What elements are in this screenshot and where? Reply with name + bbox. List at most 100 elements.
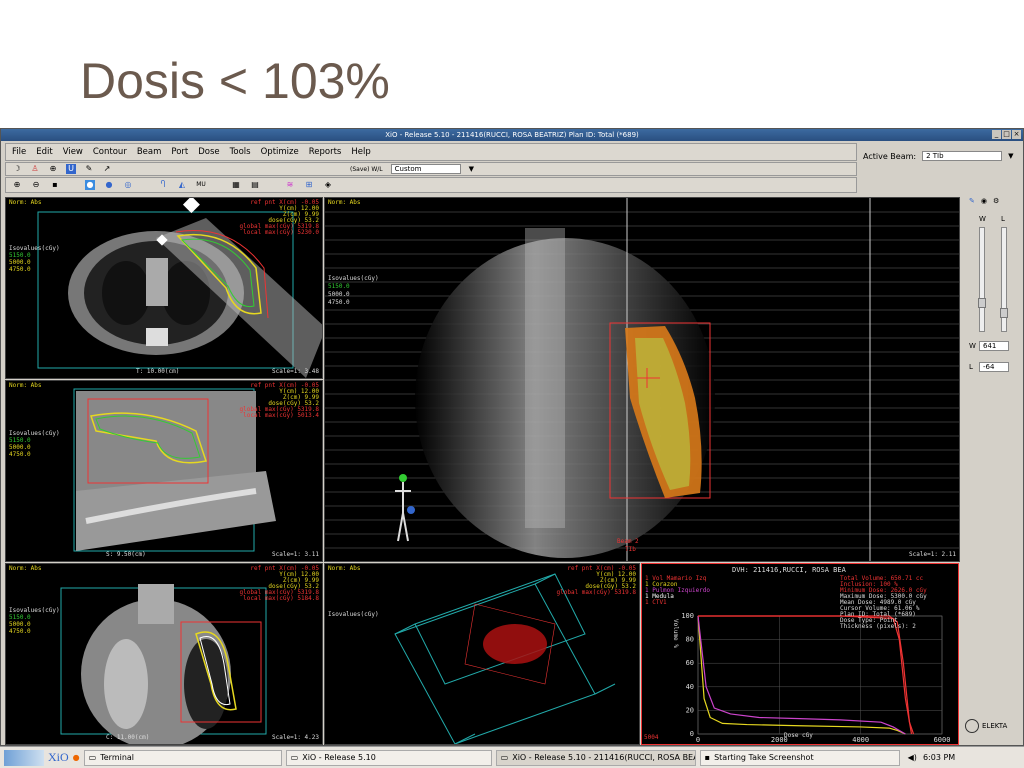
- globe-icon[interactable]: ●: [104, 180, 114, 190]
- window-icon: ▭: [500, 753, 509, 762]
- window-titlebar[interactable]: XiO - Release 5.10 - 211416(RUCCI, ROSA …: [1, 129, 1023, 141]
- local-max: local max(cGy) 5230.0: [243, 229, 319, 236]
- menu-edit[interactable]: Edit: [36, 147, 52, 157]
- taskbar-item-label: Starting Take Screenshot: [714, 753, 814, 762]
- save-icon[interactable]: ▪: [50, 180, 60, 190]
- xio-window: XiO - Release 5.10 - 211416(RUCCI, ROSA …: [0, 128, 1024, 746]
- iso-value: 4750.0: [9, 451, 31, 458]
- norm-label: Norm: Abs: [9, 382, 42, 389]
- chart-icon[interactable]: ▤: [250, 180, 260, 190]
- global-max: global max(cGy) 5319.8: [556, 589, 636, 596]
- tool-c-icon[interactable]: ⊞: [304, 180, 314, 190]
- window-title: XiO - Release 5.10 - 211416(RUCCI, ROSA …: [385, 131, 639, 139]
- taskbar-item-screenshot[interactable]: ▪ Starting Take Screenshot: [699, 749, 900, 766]
- dvh-xtick: 4000: [852, 736, 869, 744]
- target-icon[interactable]: ⊕: [48, 164, 58, 174]
- view-axial-icon[interactable]: ●: [85, 180, 95, 190]
- chevron-down-icon[interactable]: ▼: [469, 165, 474, 173]
- l-label: L: [1001, 215, 1005, 223]
- slice-position: S: 9.50(cm): [106, 551, 146, 558]
- menu-beam[interactable]: Beam: [137, 147, 162, 157]
- iso-value: 4750.0: [9, 628, 31, 635]
- menu-contour[interactable]: Contour: [93, 147, 127, 157]
- sagittal-view[interactable]: Norm: Abs Isovalues(cGy) 5150.0 5000.0 4…: [5, 380, 323, 562]
- mu-icon[interactable]: MU: [196, 180, 206, 190]
- maximize-icon[interactable]: □: [1002, 130, 1011, 139]
- taskbar-item-label: XiO - Release 5.10 - 211416(RUCCI, ROSA …: [512, 753, 694, 762]
- moon-icon[interactable]: ☽: [12, 164, 22, 174]
- menu-tools[interactable]: Tools: [230, 147, 251, 157]
- active-beam-label: Active Beam:: [863, 151, 917, 161]
- l-slider[interactable]: [1000, 227, 1008, 332]
- tool-a-icon[interactable]: Ⴄ: [158, 180, 168, 190]
- dvh-title: DVH: 211416,RUCCI, ROSA BEA: [732, 566, 846, 574]
- dvh-panel[interactable]: 0 20 40 60 80 100 0 2000 4000 6000 DVH: 211416,RU…: [641, 563, 959, 745]
- dvh-ylabel: Volume %: [672, 619, 679, 648]
- l-input[interactable]: -64: [979, 362, 1009, 372]
- dvh-ytick: 0: [690, 730, 694, 738]
- clock: 6:03 PM: [922, 753, 956, 762]
- terminal-icon: ▭: [88, 753, 97, 762]
- l-field-label: L: [969, 363, 973, 371]
- active-beam: Active Beam: 2 TIb ▼: [863, 151, 1013, 161]
- view-3d-icon[interactable]: ◎: [123, 180, 133, 190]
- menu-file[interactable]: File: [12, 147, 26, 157]
- dvh-series-line: [698, 615, 915, 735]
- zoom-in-icon[interactable]: ⊕: [12, 180, 22, 190]
- eye-icon[interactable]: ◉: [981, 197, 987, 205]
- window-icon: ▭: [290, 753, 299, 762]
- iso-value: 4750.0: [9, 266, 31, 273]
- dvh-xtick: 0: [696, 736, 700, 744]
- chevron-down-icon[interactable]: ▼: [1008, 152, 1013, 160]
- dvh-ytick: 100: [681, 612, 694, 620]
- wrench-icon[interactable]: ✎: [84, 164, 94, 174]
- local-max: local max(cGy) 5013.4: [243, 412, 319, 419]
- scale-label: Scale=1: 4.23: [272, 734, 319, 741]
- firefox-icon[interactable]: ●: [73, 753, 80, 762]
- preset-select[interactable]: Custom: [390, 164, 461, 174]
- dvh-plot-area: [697, 615, 943, 735]
- taskbar-item-terminal[interactable]: ▭ Terminal: [83, 749, 282, 766]
- settings-icon[interactable]: ⚙: [993, 197, 999, 205]
- window-level-controls: ✎ ◉ ⚙ W L W 641 L -64 ELEKTA: [961, 197, 1021, 747]
- volume-icon[interactable]: ◀): [908, 753, 917, 762]
- dvh-xtick: 6000: [934, 736, 951, 744]
- w-slider[interactable]: [978, 227, 986, 332]
- icon-row: ✎ ◉ ⚙: [969, 197, 1021, 205]
- coronal-view[interactable]: Norm: Abs Isovalues(cGy) 5150.0 5000.0 4…: [5, 563, 323, 745]
- tool-icon[interactable]: ✎: [969, 197, 975, 205]
- menu-optimize[interactable]: Optimize: [261, 147, 299, 157]
- view-3d[interactable]: Norm: Abs Isovalues(cGy) ref pnt X(cm) -…: [324, 563, 640, 745]
- iso-title: Isovalues(cGy): [328, 611, 379, 618]
- menu-port[interactable]: Port: [171, 147, 188, 157]
- menu-view[interactable]: View: [63, 147, 83, 157]
- shield-icon[interactable]: ◈: [323, 180, 333, 190]
- menu-help[interactable]: Help: [351, 147, 370, 157]
- pencil-icon[interactable]: ↗: [102, 164, 112, 174]
- zoom-out-icon[interactable]: ⊖: [31, 180, 41, 190]
- minimize-icon[interactable]: _: [992, 130, 1001, 139]
- taskbar-item-xio-plan[interactable]: ▭ XiO - Release 5.10 - 211416(RUCCI, ROSA…: [495, 749, 696, 766]
- dvh-ytick: 20: [686, 706, 694, 714]
- menu-reports[interactable]: Reports: [309, 147, 342, 157]
- xio-launcher[interactable]: XiO: [48, 750, 69, 765]
- dvh-icon[interactable]: ≋: [285, 180, 295, 190]
- desktop-switcher-icon[interactable]: [4, 749, 44, 766]
- tool-b-icon[interactable]: ◭: [177, 180, 187, 190]
- u-icon[interactable]: U: [66, 164, 76, 174]
- taskbar-item-xio[interactable]: ▭ XiO - Release 5.10: [285, 749, 492, 766]
- save-wl-button[interactable]: (Save) W/L: [350, 166, 383, 173]
- elekta-logo: ELEKTA: [965, 719, 1007, 733]
- iso-title: Isovalues(cGy): [328, 275, 379, 282]
- w-input[interactable]: 641: [979, 341, 1009, 351]
- person-icon[interactable]: ♙: [30, 164, 40, 174]
- scale-label: Scale=1: 3.11: [272, 551, 319, 558]
- slice-position: T: 10.00(cm): [136, 368, 180, 375]
- close-icon[interactable]: ×: [1012, 130, 1021, 139]
- axial-view[interactable]: Norm: Abs Isovalues(cGy) 5150.0 5000.0 4…: [5, 197, 323, 379]
- slice-position: C: 11.00(cm): [106, 734, 150, 741]
- beams-eye-view[interactable]: Norm: Abs Isovalues(cGy) 5150.0 5000.0 4…: [324, 197, 960, 562]
- calc-icon[interactable]: ▦: [231, 180, 241, 190]
- menu-dose[interactable]: Dose: [198, 147, 219, 157]
- active-beam-select[interactable]: 2 TIb: [922, 151, 1003, 161]
